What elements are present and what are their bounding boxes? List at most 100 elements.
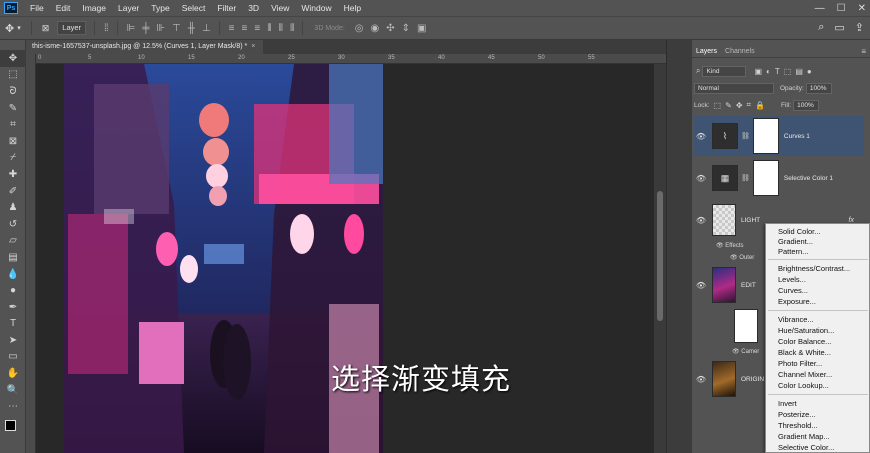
align-bottom-icon[interactable]: ⊥ (202, 23, 211, 34)
history-brush-tool-icon[interactable]: ↺ (0, 216, 26, 233)
eye-icon[interactable]: 👁 (732, 349, 740, 355)
move-tool-icon[interactable]: ✥ (0, 50, 26, 67)
3d-roll-icon[interactable]: ◉ (371, 23, 380, 34)
frame-tool-icon[interactable]: ⊠ (0, 133, 26, 150)
menu-3d[interactable]: 3D (242, 3, 265, 13)
healing-brush-tool-icon[interactable]: ✚ (0, 166, 26, 183)
gradient-tool-icon[interactable]: ▤ (0, 249, 26, 266)
3d-pan-icon[interactable]: ✣ (386, 23, 394, 34)
scrollbar-thumb[interactable] (657, 191, 663, 321)
eye-icon[interactable]: 👁 (694, 132, 708, 141)
close-icon[interactable]: ✕ (858, 3, 866, 14)
menu-item-posterize[interactable]: Posterize... (778, 410, 816, 419)
menu-item-levels[interactable]: Levels... (778, 275, 806, 284)
eye-icon[interactable]: 👁 (694, 174, 708, 183)
align-middle-icon[interactable]: ╫ (188, 23, 195, 34)
type-tool-icon[interactable]: T (0, 316, 26, 333)
menu-item-invert[interactable]: Invert (778, 399, 797, 408)
menu-item-color-balance[interactable]: Color Balance... (778, 337, 831, 346)
filter-toggle-icon[interactable]: ● (807, 67, 812, 76)
outer-glow-row[interactable]: 👁 Outer (730, 254, 754, 261)
menu-file[interactable]: File (24, 3, 50, 13)
tab-layers[interactable]: Layers (692, 46, 722, 57)
menu-select[interactable]: Select (176, 3, 212, 13)
eye-icon[interactable]: 👁 (730, 255, 738, 261)
menu-item-gradient[interactable]: Gradient... (778, 237, 813, 246)
lock-image-icon[interactable]: ✎ (725, 101, 732, 110)
lasso-tool-icon[interactable]: ᘐ (0, 83, 26, 100)
menu-item-selective-color[interactable]: Selective Color... (778, 443, 834, 452)
lock-transparent-icon[interactable]: ⬚ (714, 101, 722, 110)
layer-mask-thumbnail[interactable] (752, 160, 779, 196)
align-right-icon[interactable]: ⊪ (156, 23, 165, 34)
shape-tool-icon[interactable]: ▭ (0, 349, 26, 366)
maximize-icon[interactable]: ☐ (837, 3, 846, 14)
lock-position-icon[interactable]: ✥ (736, 101, 743, 110)
3d-scale-icon[interactable]: ▣ (417, 23, 427, 34)
layer-mask-thumbnail[interactable] (734, 309, 758, 343)
filter-smart-object-icon[interactable]: ▤ (795, 67, 803, 76)
zoom-tool-icon[interactable]: 🔍 (0, 382, 26, 399)
distribute-middle-icon[interactable]: ≡ (242, 23, 248, 34)
brush-tool-icon[interactable]: ✐ (0, 183, 26, 200)
transform-controls-icon[interactable]: ⁞⁞ (104, 23, 108, 34)
3d-slide-icon[interactable]: ⇕ (402, 23, 410, 34)
align-left-icon[interactable]: ⊫ (127, 23, 136, 34)
camera-row[interactable]: 👁 Camer (732, 348, 759, 355)
effects-row[interactable]: 👁 Effects (716, 242, 744, 249)
menu-edit[interactable]: Edit (50, 3, 77, 13)
clone-stamp-tool-icon[interactable]: ♟ (0, 199, 26, 216)
align-center-icon[interactable]: ╪ (142, 23, 149, 34)
path-selection-tool-icon[interactable]: ➤ (0, 332, 26, 349)
blur-tool-icon[interactable]: 💧 (0, 266, 26, 283)
menu-item-black-white[interactable]: Black & White... (778, 348, 831, 357)
filter-type-icon[interactable]: T (775, 67, 780, 76)
eyedropper-tool-icon[interactable]: ⌿ (0, 150, 26, 167)
auto-select-checkbox-icon[interactable]: ⊠ (42, 23, 50, 34)
align-top-icon[interactable]: ⊤ (172, 23, 181, 34)
eye-icon[interactable]: 👁 (694, 216, 708, 225)
menu-view[interactable]: View (265, 3, 295, 13)
layer-mask-thumbnail[interactable] (752, 118, 779, 154)
kind-filter-dropdown[interactable]: Kind (702, 65, 747, 77)
canvas-vertical-scrollbar[interactable] (654, 64, 666, 453)
foreground-color-swatch[interactable] (5, 420, 16, 431)
distribute-left-icon[interactable]: ⦀ (267, 23, 272, 34)
marquee-tool-icon[interactable]: ⬚ (0, 67, 26, 84)
filter-adjustment-icon[interactable]: ◐ (766, 67, 771, 76)
menu-item-brightness-contrast[interactable]: Brightness/Contrast... (778, 264, 850, 273)
distribute-top-icon[interactable]: ≡ (229, 23, 235, 34)
document-tab[interactable]: this-isme-1657537-unsplash.jpg @ 12.5% (… (26, 40, 264, 54)
chevron-down-icon[interactable]: ▾ (17, 24, 21, 32)
menu-item-photo-filter[interactable]: Photo Filter... (778, 359, 822, 368)
menu-item-curves[interactable]: Curves... (778, 286, 808, 295)
menu-layer[interactable]: Layer (112, 3, 145, 13)
3d-orbit-icon[interactable]: ◎ (355, 23, 364, 34)
tab-channels[interactable]: Channels (721, 46, 759, 57)
link-icon[interactable]: ⛓ (741, 174, 750, 182)
menu-item-threshold[interactable]: Threshold... (778, 421, 818, 430)
minimize-icon[interactable]: — (815, 3, 825, 14)
menu-item-exposure[interactable]: Exposure... (778, 297, 816, 306)
menu-item-vibrance[interactable]: Vibrance... (778, 315, 814, 324)
distribute-right-icon[interactable]: ⦀ (290, 23, 295, 34)
opacity-input[interactable]: 100% (805, 82, 832, 94)
lock-artboard-icon[interactable]: ⌗ (747, 100, 752, 110)
share-icon[interactable]: ⇪ (855, 21, 864, 34)
search-icon[interactable]: ⌕ (818, 21, 824, 34)
eye-icon[interactable]: 👁 (694, 375, 708, 384)
menu-filter[interactable]: Filter (211, 3, 242, 13)
layer-row-selective-color-1[interactable]: 👁 ▦ ⛓ Selective Color 1 (694, 158, 864, 198)
menu-item-pattern[interactable]: Pattern... (778, 247, 808, 256)
menu-item-solid-color[interactable]: Solid Color... (778, 227, 821, 236)
menu-window[interactable]: Window (295, 3, 337, 13)
crop-tool-icon[interactable]: ⌗ (0, 116, 26, 133)
eye-icon[interactable]: 👁 (694, 281, 708, 290)
link-icon[interactable]: ⛓ (741, 132, 750, 140)
panel-menu-icon[interactable]: ≡ (861, 47, 866, 56)
move-tool-icon[interactable]: ✥ (5, 22, 14, 35)
workspace-icon[interactable]: ▭ (834, 21, 844, 34)
blend-mode-dropdown[interactable]: Normal (694, 82, 774, 94)
layer-row-curves-1[interactable]: 👁 ⌇ ⛓ Curves 1 (694, 116, 864, 156)
distribute-center-icon[interactable]: ⦀ (279, 23, 284, 34)
